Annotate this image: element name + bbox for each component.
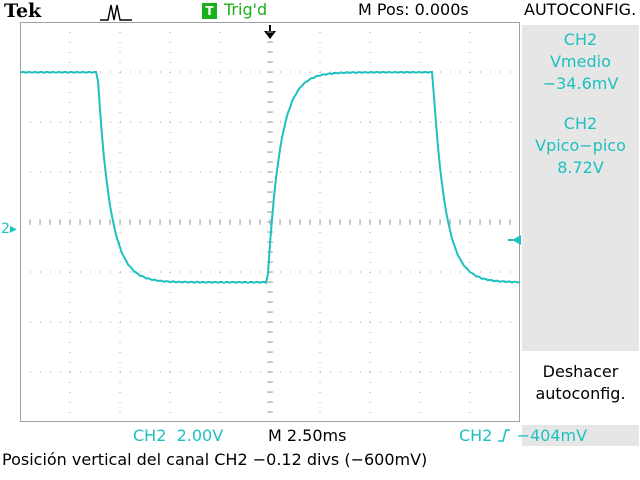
- timebase-readout: M 2.50ms: [268, 426, 347, 445]
- measurement-source: CH2: [563, 30, 598, 49]
- ch2-waveform: [20, 70, 520, 285]
- undo-label-line2: autoconfig.: [535, 384, 626, 403]
- measurement-peak-to-peak[interactable]: CH2 Vpico−pico 8.72V: [522, 109, 639, 189]
- measurement-value: −34.6mV: [542, 74, 619, 93]
- measurement-label: Vmedio: [550, 52, 611, 71]
- trigger-readout: CH2 −404mV: [459, 426, 588, 445]
- trigger-level-icon[interactable]: [508, 233, 522, 247]
- run-pulse-icon: [100, 4, 132, 21]
- side-menu-blank: [522, 189, 639, 351]
- trigger-status: Trig'd: [224, 0, 268, 19]
- trigger-badge: T: [202, 3, 217, 19]
- measurement-label: Vpico−pico: [535, 136, 626, 155]
- undo-label-line1: Deshacer: [542, 362, 619, 381]
- rising-edge-icon: [498, 429, 511, 442]
- measurement-source: CH2: [563, 114, 598, 133]
- undo-autoset-button[interactable]: Deshacer autoconfig.: [522, 355, 639, 427]
- measurement-value: 8.72V: [557, 158, 604, 177]
- status-message: Posición vertical del canal CH2 −0.12 di…: [2, 450, 428, 469]
- channel-2-marker[interactable]: 2▸: [1, 221, 17, 237]
- scope-display: [20, 22, 520, 422]
- graticule: [20, 22, 520, 422]
- menu-title: AUTOCONFIG.: [524, 0, 637, 19]
- ch2-scale-readout: CH2 2.00V: [133, 426, 224, 445]
- brand-logo: Tek: [4, 0, 42, 22]
- horizontal-position: M Pos: 0.000s: [358, 0, 469, 19]
- measurement-mean[interactable]: CH2 Vmedio −34.6mV: [522, 25, 639, 109]
